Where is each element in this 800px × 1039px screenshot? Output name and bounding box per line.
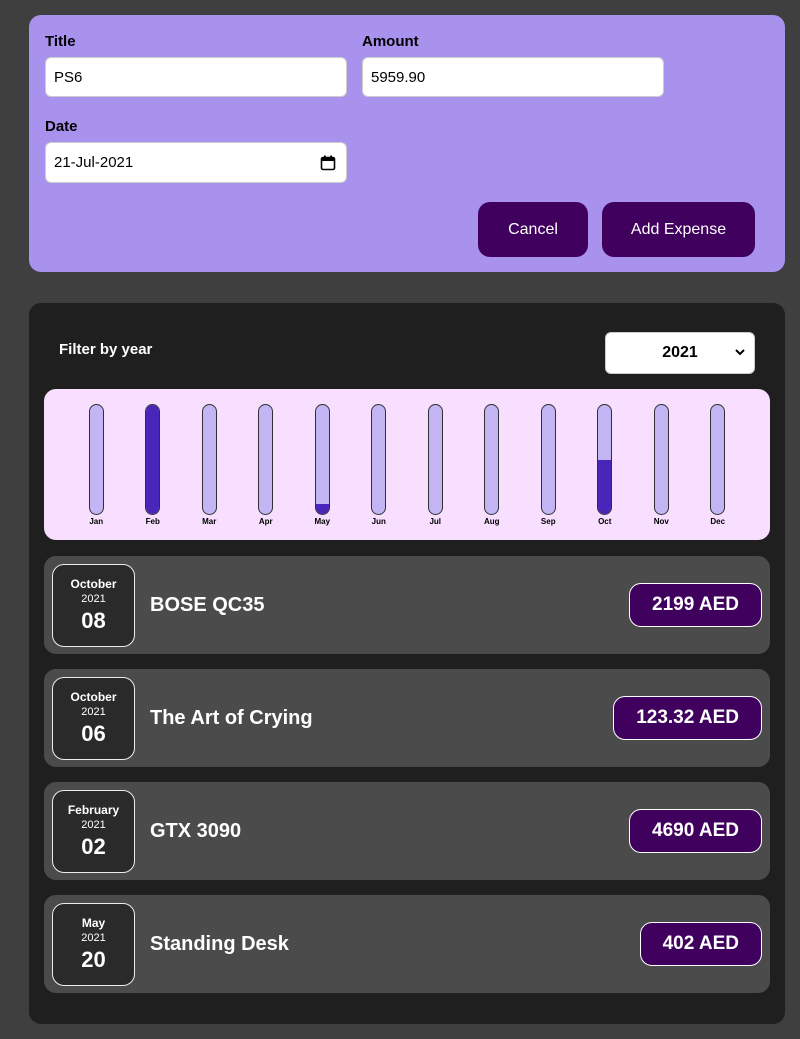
chart-bar-jun: Jun <box>359 404 399 526</box>
expense-title: BOSE QC35 <box>150 594 265 616</box>
expense-date-day: 20 <box>81 946 106 972</box>
title-field: Title <box>45 32 347 97</box>
expense-date-year: 2021 <box>81 931 106 944</box>
chart-bar-track <box>540 404 556 515</box>
chart-bar-jul: Jul <box>415 404 455 526</box>
chart-bar-label: Oct <box>598 517 612 526</box>
chart-bar-track <box>88 404 104 515</box>
chart-bar-mar: Mar <box>189 404 229 526</box>
chart-bar-track <box>314 404 330 515</box>
date-input[interactable]: 21-Jul-2021 <box>45 142 347 183</box>
chart-bar-nov: Nov <box>641 404 681 526</box>
expense-date-day: 06 <box>81 720 106 746</box>
chart-bar-sep: Sep <box>528 404 568 526</box>
expense-date-month: October <box>70 689 117 704</box>
expense-date-year: 2021 <box>81 592 106 605</box>
expense-date-year: 2021 <box>81 705 106 718</box>
expense-date-year: 2021 <box>81 818 106 831</box>
chart-bar-track <box>653 404 669 515</box>
amount-input[interactable] <box>362 57 664 97</box>
expense-title: The Art of Crying <box>150 707 313 729</box>
expenses-card: Filter by year 2021 Jan Feb Mar Apr May Jun Ju… <box>29 303 785 1024</box>
calendar-icon[interactable] <box>320 155 336 171</box>
chart-bar-track <box>145 404 161 515</box>
chart-bar-label: Jun <box>371 517 386 526</box>
chart-bar-fill <box>598 459 612 514</box>
chart-bar-label: Sep <box>540 517 556 526</box>
chart-bar-track <box>201 404 217 515</box>
chart-bar-dec: Dec <box>698 404 738 526</box>
amount-field: Amount <box>362 32 664 97</box>
chart-bar-label: Jul <box>429 517 442 526</box>
expense-title: GTX 3090 <box>150 820 242 842</box>
chart-bar-label: Apr <box>258 517 273 526</box>
expense-item[interactable]: October 2021 08 BOSE QC35 2199 AED <box>44 556 770 654</box>
chart-bar-may: May <box>302 404 342 526</box>
chart-bar-label: Jan <box>89 517 104 526</box>
date-label: Date <box>45 118 78 135</box>
chart-bar-label: May <box>314 517 331 526</box>
chart-bar-label: Aug <box>483 517 500 526</box>
chart-bar-label: Feb <box>145 517 160 526</box>
chart-bar-label: Nov <box>653 517 669 526</box>
chevron-down-icon <box>735 349 745 356</box>
chart-bar-jan: Jan <box>76 404 116 526</box>
chart-bar-track <box>597 404 613 515</box>
title-input[interactable] <box>45 57 347 97</box>
chart-bar-oct: Oct <box>585 404 625 526</box>
chart-bar-feb: Feb <box>133 404 173 526</box>
expense-item[interactable]: February 2021 02 GTX 3090 4690 AED <box>44 782 770 880</box>
chart-bar-track <box>484 404 500 515</box>
expense-item[interactable]: October 2021 06 The Art of Crying 123.32 AED <box>44 669 770 767</box>
amount-label: Amount <box>362 33 419 50</box>
new-expense-form: Title Amount Date 21-Jul-2021 Cancel Add… <box>29 15 785 272</box>
add-expense-button[interactable]: Add Expense <box>602 202 755 257</box>
expense-date: February 2021 02 <box>52 790 135 873</box>
date-field: Date 21-Jul-2021 <box>45 117 347 183</box>
expense-date-month: October <box>70 576 117 591</box>
year-select-value: 2021 <box>662 344 698 361</box>
chart-bar-track <box>258 404 274 515</box>
filter-label: Filter by year <box>59 341 153 358</box>
expense-date-month: May <box>81 915 106 930</box>
expense-date: October 2021 08 <box>52 564 135 647</box>
expense-date-day: 08 <box>81 607 106 633</box>
chart-bar-track <box>371 404 387 515</box>
chart-bar-fill <box>146 405 160 514</box>
expense-date: October 2021 06 <box>52 677 135 760</box>
date-value: 21-Jul-2021 <box>54 154 134 171</box>
chart-bar-track <box>710 404 726 515</box>
expense-amount: 2199 AED <box>629 583 762 627</box>
cancel-button[interactable]: Cancel <box>478 202 588 257</box>
expense-date-month: February <box>67 802 120 817</box>
expense-date: May 2021 20 <box>52 903 135 986</box>
chart-bar-track <box>427 404 443 515</box>
chart-bar-apr: Apr <box>246 404 286 526</box>
chart-bar-label: Dec <box>710 517 726 526</box>
title-label: Title <box>45 33 76 50</box>
chart-bar-fill <box>315 504 329 514</box>
expenses-chart: Jan Feb Mar Apr May Jun Jul Aug Sep Oct Nov Dec <box>44 389 770 540</box>
chart-bar-label: Mar <box>202 517 217 526</box>
expense-amount: 402 AED <box>639 922 762 966</box>
expense-amount: 123.32 AED <box>613 696 762 740</box>
chart-bar-aug: Aug <box>472 404 512 526</box>
expense-title: Standing Desk <box>150 933 289 955</box>
expense-date-day: 02 <box>81 833 106 859</box>
year-select[interactable]: 2021 <box>605 332 755 374</box>
expense-amount: 4690 AED <box>629 809 762 853</box>
expense-item[interactable]: May 2021 20 Standing Desk 402 AED <box>44 895 770 993</box>
